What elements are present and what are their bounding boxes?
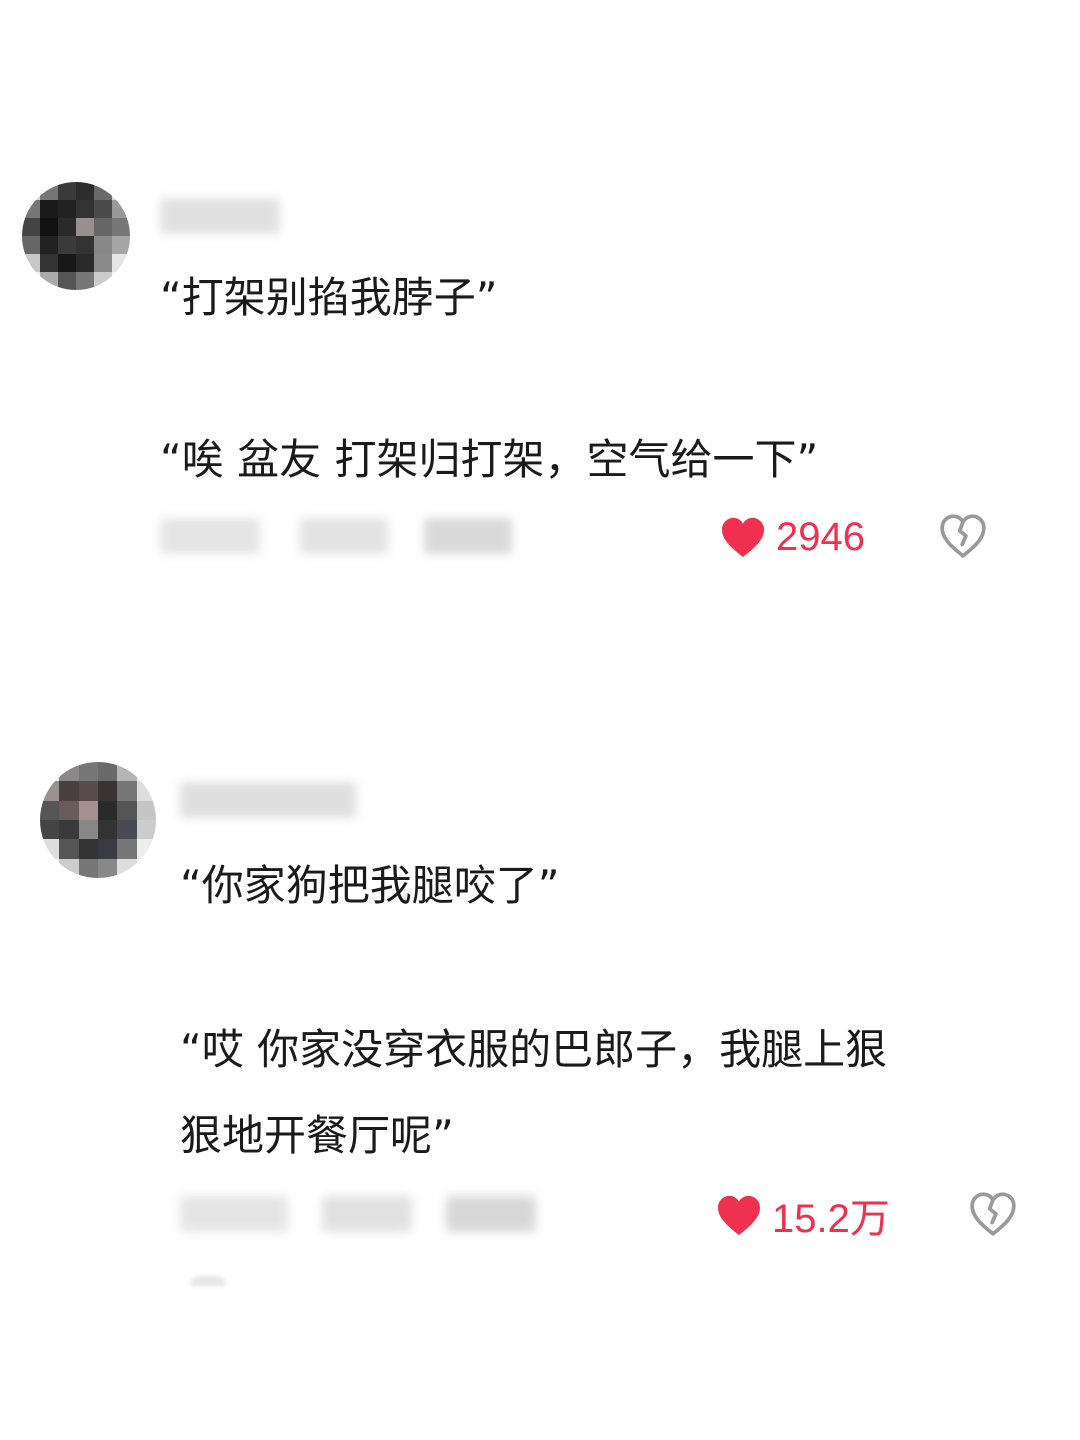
meta-blurred (160, 518, 260, 554)
username-blurred[interactable] (160, 198, 280, 234)
next-comment-avatar-edge (190, 1276, 226, 1286)
like-button[interactable]: 2946 (720, 512, 865, 562)
comment-text-line: “哎 你家没穿衣服的巴郎子，我腿上狠 (180, 1025, 888, 1074)
heart-icon (716, 1194, 762, 1236)
avatar[interactable] (40, 762, 156, 878)
like-count: 15.2万 (772, 1197, 890, 1241)
comment-text-line: “你家狗把我腿咬了” (180, 861, 560, 910)
like-count: 2946 (776, 514, 865, 559)
meta-blurred[interactable] (424, 518, 512, 554)
like-button[interactable]: 15.2万 (716, 1190, 890, 1241)
comment-text-line: 狠地开餐厅呢” (180, 1111, 454, 1160)
meta-blurred[interactable] (300, 518, 388, 554)
comment-text-line: “打架别掐我脖子” (160, 273, 498, 322)
meta-blurred[interactable] (446, 1196, 536, 1232)
comment-text-line: “唉 盆友 打架归打架，空气给一下” (160, 435, 819, 484)
broken-heart-icon[interactable] (938, 512, 988, 562)
meta-blurred (180, 1196, 288, 1232)
meta-blurred[interactable] (322, 1196, 412, 1232)
heart-icon (720, 516, 766, 558)
broken-heart-icon[interactable] (968, 1190, 1018, 1240)
username-blurred[interactable] (180, 782, 356, 818)
avatar[interactable] (22, 182, 130, 290)
